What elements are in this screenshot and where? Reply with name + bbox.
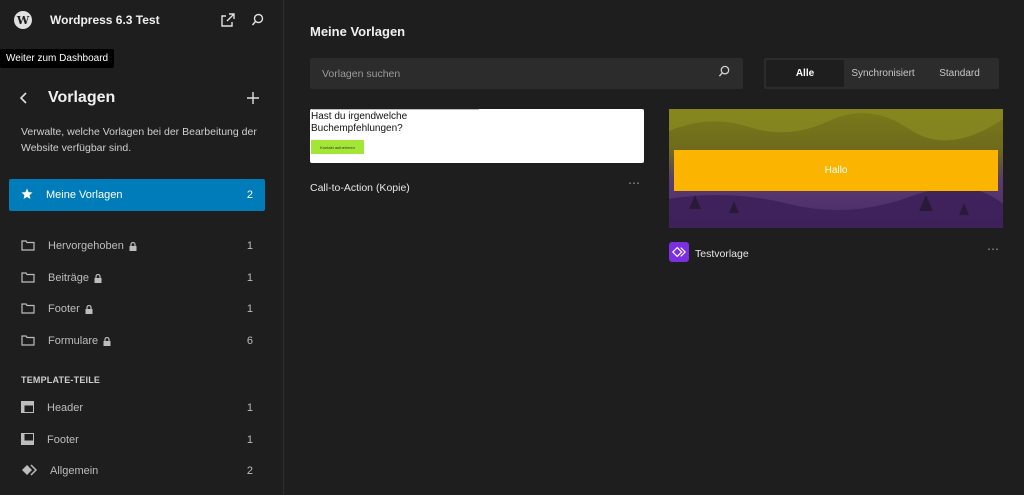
search-icon[interactable] xyxy=(247,9,269,31)
sidebar-item-hervorgehoben[interactable]: Hervorgehoben 1 xyxy=(9,231,265,261)
sidebar-item-formulare[interactable]: Formulare 6 xyxy=(9,326,265,356)
site-hub: W Wordpress 6.3 Test xyxy=(0,0,283,40)
sidebar-item-label: Formulare xyxy=(48,335,99,347)
sidebar-item-beitraege[interactable]: Beiträge 1 xyxy=(9,263,265,293)
pattern-title-testvorlage[interactable]: Testvorlage xyxy=(695,248,749,260)
chevron-left-icon xyxy=(19,92,27,104)
item-count: 1 xyxy=(246,240,253,252)
synced-pattern-icon xyxy=(669,242,689,262)
sidebar-item-label: Hervorgehoben xyxy=(48,240,124,252)
search-input[interactable] xyxy=(322,67,718,80)
sidebar-item-label: Allgemein xyxy=(50,465,99,477)
folder-icon xyxy=(21,302,35,317)
sidebar-item-label: Header xyxy=(47,402,84,414)
preview-heading: Hast du irgendwelche Buchempfehlungen? xyxy=(311,111,408,134)
filter-alle-button[interactable]: Alle xyxy=(766,60,844,87)
search-field[interactable] xyxy=(310,58,743,89)
page-title: Meine Vorlagen xyxy=(310,24,406,39)
item-count: 2 xyxy=(246,465,253,477)
hallo-banner: Hallo xyxy=(674,150,998,191)
pattern-title-cta[interactable]: Call-to-Action (Kopie) xyxy=(310,182,410,194)
external-link-icon[interactable] xyxy=(217,9,239,31)
footer-layout-icon xyxy=(21,432,34,448)
add-pattern-button[interactable] xyxy=(244,89,262,107)
folder-icon xyxy=(21,239,35,254)
wordpress-logo-icon[interactable]: W xyxy=(14,11,32,29)
preview-button: Kontakt aufnehmen xyxy=(311,140,364,154)
lock-icon xyxy=(85,304,93,314)
sidebar-title: Vorlagen xyxy=(48,89,116,106)
item-count: 1 xyxy=(246,434,253,446)
sidebar-item-label: Meine Vorlagen xyxy=(46,189,123,201)
item-count: 1 xyxy=(246,272,253,284)
sidebar-item-meine-vorlagen[interactable]: Meine Vorlagen 2 xyxy=(9,179,265,211)
plus-icon xyxy=(247,92,259,104)
item-count: 1 xyxy=(246,303,253,315)
sidebar-item-allgemein[interactable]: Allgemein 2 xyxy=(9,456,265,486)
folder-icon xyxy=(21,334,35,349)
main-content: Meine Vorlagen Alle Synchronisiert Stand… xyxy=(285,0,1024,495)
template-parts-heading: TEMPLATE-TEILE xyxy=(21,375,101,385)
sidebar-item-footer[interactable]: Footer 1 xyxy=(9,294,265,324)
item-count: 1 xyxy=(246,402,253,414)
pattern-preview-cta[interactable]: Hast du irgendwelche Buchempfehlungen? K… xyxy=(310,109,644,163)
more-actions-icon[interactable]: ⋯ xyxy=(987,242,1000,256)
sidebar-description: Verwalte, welche Vorlagen bei der Bearbe… xyxy=(21,126,257,154)
filter-synchronisiert-button[interactable]: Synchronisiert xyxy=(844,60,922,87)
more-actions-icon[interactable]: ⋯ xyxy=(628,176,641,190)
sidebar-item-header[interactable]: Header 1 xyxy=(9,393,265,423)
item-count: 6 xyxy=(246,335,253,347)
dashboard-tooltip: Weiter zum Dashboard xyxy=(0,49,115,68)
sidebar-item-footer-part[interactable]: Footer 1 xyxy=(9,425,265,455)
filter-standard-button[interactable]: Standard xyxy=(922,60,997,87)
symbol-diamond-icon xyxy=(21,463,38,479)
sidebar-header: Vorlagen xyxy=(0,85,284,111)
lock-icon xyxy=(103,336,111,346)
folder-icon xyxy=(21,271,35,286)
back-button[interactable] xyxy=(16,90,32,106)
search-icon[interactable] xyxy=(718,65,731,83)
item-count: 2 xyxy=(246,189,253,201)
header-layout-icon xyxy=(21,400,34,416)
pattern-preview-testvorlage[interactable]: Hallo xyxy=(669,109,1003,228)
preview-divider xyxy=(312,109,479,110)
sidebar-item-label: Beiträge xyxy=(48,272,89,284)
sidebar: W Wordpress 6.3 Test Weiter zum Dashboar… xyxy=(0,0,284,495)
lock-icon xyxy=(129,241,137,251)
sidebar-item-label: Footer xyxy=(47,434,79,446)
star-icon xyxy=(21,188,33,203)
lock-icon xyxy=(94,273,102,283)
sidebar-item-label: Footer xyxy=(48,303,80,315)
site-title[interactable]: Wordpress 6.3 Test xyxy=(50,13,209,27)
filter-toggle-group: Alle Synchronisiert Standard xyxy=(764,58,999,89)
